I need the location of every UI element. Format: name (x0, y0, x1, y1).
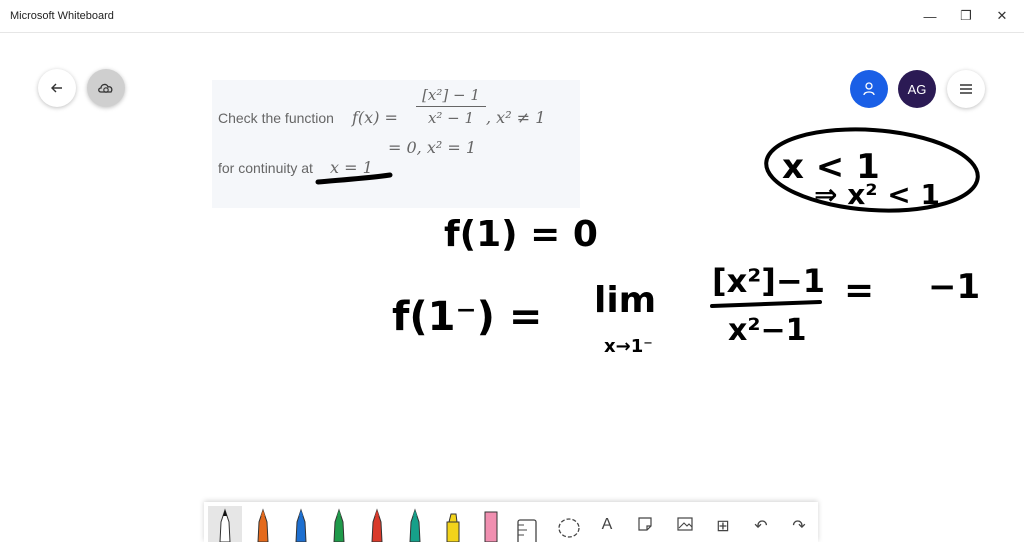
pen-green-icon (333, 508, 345, 542)
ink-lim-sub: x→1⁻ (604, 336, 653, 357)
ink-lim: lim (594, 280, 656, 321)
toolbar-tool-1[interactable] (246, 506, 280, 542)
pen-black-icon (219, 508, 231, 542)
eraser-icon (484, 511, 498, 542)
redo-button[interactable]: ↷ (782, 506, 816, 542)
sticky-note-icon (638, 517, 652, 531)
toolbar-tool-0[interactable] (208, 506, 242, 542)
insert-button[interactable]: ⊞ (706, 506, 740, 542)
ruler-icon (517, 519, 537, 542)
toolbar-tool-3[interactable] (322, 506, 356, 542)
ink-note-bottom: ⇒ x² < 1 (814, 178, 940, 211)
text-button[interactable]: A (590, 506, 624, 542)
pen-teal-icon (409, 508, 421, 542)
ink-result: −1 (928, 267, 980, 307)
ink-canvas[interactable]: x < 1 ⇒ x² < 1 f(1) = 0 f(1⁻) = lim x→1⁻… (0, 0, 1024, 542)
toolbar-tool-4[interactable] (360, 506, 394, 542)
pen-blue-icon (295, 508, 307, 542)
text-icon: A (601, 516, 613, 533)
redo-icon: ↷ (792, 518, 806, 535)
ruler-button[interactable] (510, 506, 544, 542)
ink-line1: f(1) = 0 (444, 214, 598, 255)
bottom-toolbar: A ⊞ ↶ ↷ (204, 502, 818, 542)
ink-fraction-bar (710, 300, 822, 308)
ink-numerator: [x²]−1 (712, 262, 825, 300)
pen-red-icon (371, 508, 383, 542)
image-icon (677, 517, 693, 531)
sticky-note-button[interactable] (628, 506, 662, 542)
toolbar-tool-7[interactable] (474, 506, 508, 542)
undo-icon: ↶ (754, 518, 768, 535)
undo-button[interactable]: ↶ (744, 506, 778, 542)
highlighter-yellow-icon (446, 513, 460, 542)
toolbar-tool-2[interactable] (284, 506, 318, 542)
toolbar-tool-5[interactable] (398, 506, 432, 542)
pen-orange-icon (257, 508, 269, 542)
lasso-button[interactable] (552, 506, 586, 542)
ink-underline (315, 172, 393, 185)
ink-equals: = (844, 270, 874, 311)
ink-line2-left: f(1⁻) = (392, 294, 542, 340)
ink-denominator: x²−1 (728, 313, 807, 348)
toolbar-tool-6[interactable] (436, 506, 470, 542)
insert-icon: ⊞ (716, 518, 730, 535)
image-button[interactable] (668, 506, 702, 542)
lasso-icon (558, 518, 580, 538)
